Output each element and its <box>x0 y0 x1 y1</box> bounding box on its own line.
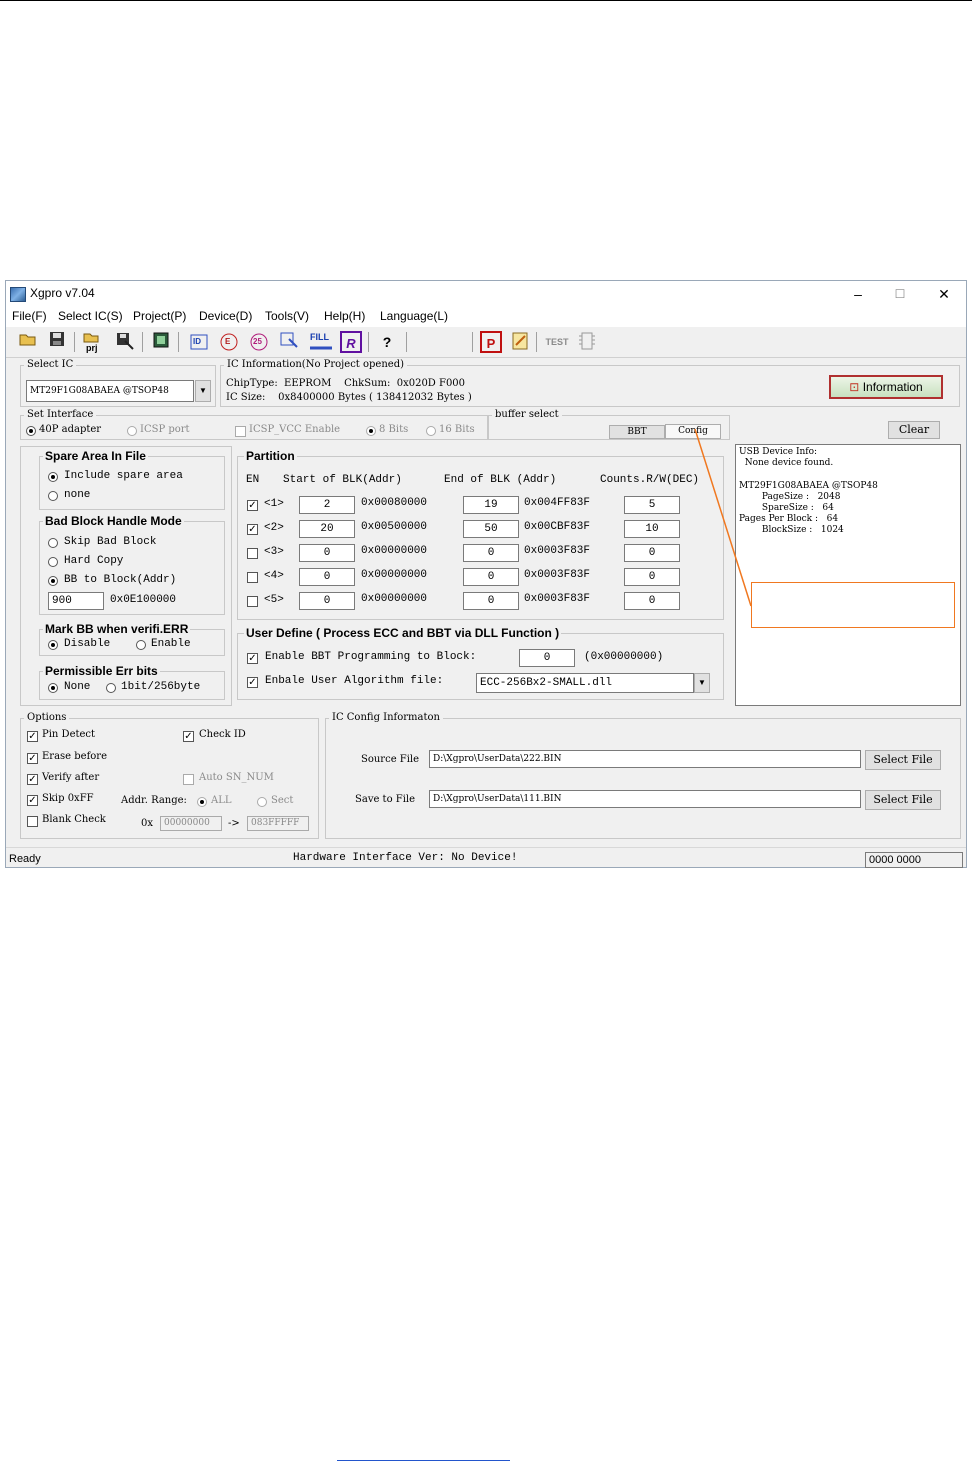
erase-before-label: Erase before <box>42 751 108 762</box>
enable-bbt-label: Enable BBT Programming to Block: <box>265 651 477 663</box>
skip-ff-checkbox[interactable]: ✓ <box>27 795 38 806</box>
err-none-label: None <box>64 681 91 693</box>
addr-range-label: Addr. Range: <box>121 795 187 806</box>
verify-after-checkbox[interactable]: ✓ <box>27 774 38 785</box>
err-bits-title: Permissible Err bits <box>43 664 160 678</box>
blank-check-checkbox[interactable] <box>27 816 38 827</box>
operation-counter: 0000 0000 <box>865 852 963 868</box>
check-id-label: Check ID <box>199 729 246 740</box>
save-file-input[interactable]: D:\Xgpro\UserData\111.BIN <box>429 790 861 808</box>
range-to-input[interactable]: 083FFFFF <box>247 816 309 831</box>
page-bottom-link-underline <box>337 1460 510 1461</box>
auto-sn-label: Auto SN_NUM <box>199 772 274 783</box>
status-bar: Ready Hardware Interface Ver: No Device!… <box>6 847 966 868</box>
algorithm-dropdown-button[interactable]: ▼ <box>694 673 710 693</box>
auto-sn-checkbox[interactable] <box>183 774 194 785</box>
source-file-input[interactable]: D:\Xgpro\UserData\222.BIN <box>429 750 861 768</box>
verify-after-label: Verify after <box>42 772 100 783</box>
range-arrow: -> <box>228 818 240 829</box>
callout-box <box>751 582 955 628</box>
source-select-file-button[interactable]: Select File <box>865 750 941 770</box>
pin-detect-label: Pin Detect <box>42 729 96 740</box>
save-file-label: Save to File <box>355 794 416 805</box>
range-sect-label: Sect <box>271 795 294 806</box>
range-prefix: 0x <box>141 818 154 829</box>
options-group: Options ✓ Pin Detect ✓ Check ID ✓ Erase … <box>20 712 319 839</box>
blank-check-label: Blank Check <box>42 814 106 825</box>
err-none-radio[interactable] <box>48 683 58 693</box>
check-id-checkbox[interactable]: ✓ <box>183 731 194 742</box>
pin-detect-checkbox[interactable]: ✓ <box>27 731 38 742</box>
enable-bbt-checkbox[interactable]: ✓ <box>247 653 258 664</box>
ic-config-group: IC Config Informaton Source File D:\Xgpr… <box>325 712 961 839</box>
range-from-input[interactable]: 00000000 <box>160 816 222 831</box>
ic-config-label: IC Config Informaton <box>329 712 443 723</box>
err-1bit-radio[interactable] <box>106 683 116 693</box>
user-algorithm-checkbox[interactable]: ✓ <box>247 677 258 688</box>
user-define-group: User Define ( Process ECC and BBT via DL… <box>237 626 724 700</box>
xgpro-window: Xgpro v7.04 – ☐ ✕ File(F) Select IC(S) P… <box>5 280 967 868</box>
mark-bb-disable-radio[interactable] <box>48 640 58 650</box>
bbt-block-addr: (0x00000000) <box>584 651 664 663</box>
algorithm-file-select[interactable]: ECC-256Bx2-SMALL.dll <box>476 673 694 693</box>
err-1bit-label: 1bit/256byte <box>121 681 201 693</box>
range-sect-radio[interactable] <box>257 797 267 807</box>
save-select-file-button[interactable]: Select File <box>865 790 941 810</box>
status-ready: Ready <box>9 853 41 865</box>
skip-ff-label: Skip 0xFF <box>42 793 94 804</box>
source-file-label: Source File <box>361 754 420 765</box>
mark-bb-enable-radio[interactable] <box>136 640 146 650</box>
err-bits-group: Permissible Err bits None 1bit/256byte <box>39 664 225 700</box>
range-all-label: ALL <box>211 795 232 806</box>
options-label: Options <box>24 712 70 723</box>
range-all-radio[interactable] <box>197 797 207 807</box>
erase-before-checkbox[interactable]: ✓ <box>27 753 38 764</box>
page-top-rule <box>0 0 972 1</box>
bbt-block-input[interactable]: 0 <box>519 649 575 667</box>
user-algorithm-label: Enbale User Algorithm file: <box>265 675 444 687</box>
hardware-status: Hardware Interface Ver: No Device! <box>293 852 518 864</box>
